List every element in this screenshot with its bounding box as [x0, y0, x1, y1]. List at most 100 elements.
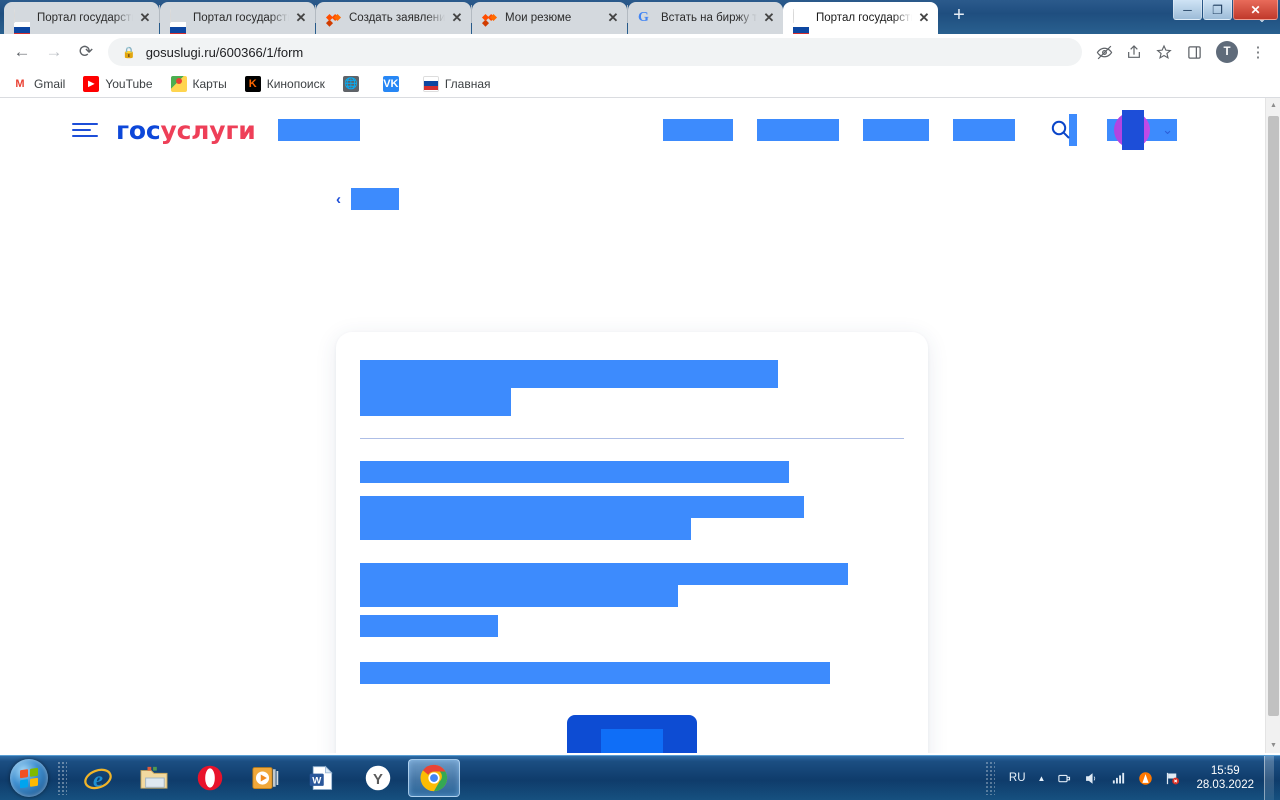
youtube-icon: ►	[83, 75, 100, 92]
share-icon[interactable]	[1120, 38, 1148, 66]
title-line-redaction	[360, 360, 778, 388]
svg-text:e: e	[93, 766, 103, 791]
scroll-down-icon[interactable]: ▼	[1266, 738, 1280, 753]
bookmark-gmail[interactable]: M Gmail	[12, 76, 65, 92]
taskbar-google-chrome[interactable]	[408, 759, 460, 797]
browser-tab[interactable]: Портал государстве ✕	[160, 2, 315, 34]
tab-title: Портал государстве	[193, 12, 289, 24]
tab-title: Создать заявление	[349, 12, 445, 24]
browser-tab[interactable]: Портал государстве ✕	[4, 2, 159, 34]
svg-text:W: W	[312, 775, 322, 786]
taskbar-internet-explorer[interactable]: e	[72, 759, 124, 797]
windows-taskbar: e W Y RU ▲ 15:59 28.03.2022	[0, 755, 1280, 800]
title-line-redaction	[360, 388, 511, 416]
back-link-redaction	[351, 188, 399, 210]
action-center-flag-icon[interactable]	[1165, 771, 1180, 786]
text-line-redaction	[360, 585, 678, 607]
minimize-button[interactable]: ─	[1173, 0, 1202, 20]
tab-close-icon[interactable]: ✕	[449, 10, 465, 26]
globe-icon: 🌐	[342, 75, 359, 92]
browser-tab[interactable]: Создать заявление ✕	[316, 2, 471, 34]
forward-icon[interactable]: →	[40, 38, 68, 66]
word-icon: W	[309, 765, 333, 790]
taskbar-opera[interactable]	[184, 759, 236, 797]
bookmark-kinopoisk[interactable]: K Кинопоиск	[244, 75, 325, 92]
gmail-icon: M	[15, 77, 25, 90]
avatar[interactable]	[1114, 110, 1151, 150]
taskbar-yandex[interactable]: Y	[352, 759, 404, 797]
maximize-button[interactable]: ❐	[1203, 0, 1232, 20]
tab-close-icon[interactable]: ✕	[916, 10, 932, 26]
user-menu[interactable]: ⌄	[1114, 110, 1173, 150]
bookmark-vk[interactable]: VK	[382, 75, 405, 92]
start-orb-icon	[10, 759, 48, 797]
bookmark-globe[interactable]: 🌐	[342, 75, 365, 92]
tab-close-icon[interactable]: ✕	[293, 10, 309, 26]
clock-time: 15:59	[1210, 765, 1240, 777]
text-line-redaction	[360, 518, 691, 540]
language-indicator[interactable]: RU	[1009, 772, 1026, 784]
address-bar[interactable]: 🔒 gosuslugi.ru/600366/1/form	[108, 38, 1082, 66]
browser-tab[interactable]: G Встать на биржу тру ✕	[628, 2, 783, 34]
maps-icon	[170, 75, 187, 92]
reload-icon[interactable]: ⟳	[72, 38, 100, 66]
browser-tab[interactable]: Мои резюме ✕	[472, 2, 627, 34]
power-icon[interactable]	[1057, 771, 1072, 786]
clock-date: 28.03.2022	[1196, 779, 1254, 791]
start-button[interactable]	[2, 757, 56, 799]
side-panel-icon[interactable]	[1180, 38, 1208, 66]
nav-item-redaction[interactable]	[863, 119, 929, 141]
scrollbar-thumb[interactable]	[1268, 116, 1279, 716]
network-icon[interactable]	[1111, 771, 1126, 786]
avatar-redaction	[1122, 110, 1145, 150]
page-scrollbar[interactable]: ▲ ▼	[1265, 98, 1280, 753]
ru-flag-icon	[422, 75, 439, 92]
gosuslugi-logo[interactable]: госуслуги	[116, 116, 256, 145]
opera-icon	[197, 765, 223, 791]
browser-tab-active[interactable]: Портал государстве ✕	[783, 2, 938, 34]
bookmark-glavnaya[interactable]: Главная	[422, 75, 491, 92]
body-paragraph	[360, 496, 904, 540]
vk-icon: VK	[382, 75, 399, 92]
volume-icon[interactable]	[1084, 771, 1099, 786]
tab-title: Встать на биржу тру	[661, 12, 757, 24]
nav-item-redaction[interactable]	[663, 119, 733, 141]
nav-item-redaction[interactable]	[953, 119, 1015, 141]
eye-slash-icon[interactable]	[1090, 38, 1118, 66]
taskbar-clock[interactable]: 15:59 28.03.2022	[1196, 764, 1254, 792]
nav-item-redaction[interactable]	[757, 119, 839, 141]
browser-menu-icon[interactable]: ⋮	[1244, 38, 1272, 66]
taskbar-media-player[interactable]	[240, 759, 292, 797]
folder-icon	[140, 766, 168, 789]
submit-button[interactable]	[567, 715, 697, 753]
tab-title: Портал государстве	[37, 12, 133, 24]
toolbar-icons: T ⋮	[1088, 38, 1272, 66]
avast-icon[interactable]	[1138, 771, 1153, 786]
tray-expand-icon[interactable]: ▲	[1038, 774, 1046, 783]
taskbar-word[interactable]: W	[296, 759, 348, 797]
tab-close-icon[interactable]: ✕	[137, 10, 153, 26]
scroll-up-icon[interactable]: ▲	[1266, 98, 1280, 113]
card-title	[360, 360, 904, 416]
chevron-down-icon[interactable]: ⌄	[1162, 122, 1173, 138]
star-icon[interactable]	[1150, 38, 1178, 66]
back-icon[interactable]: ←	[8, 38, 36, 66]
gosuslugi-page: госуслуги ⌄ ‹	[0, 98, 1265, 753]
tab-close-icon[interactable]: ✕	[605, 10, 621, 26]
ru-flag-icon	[170, 9, 186, 34]
profile-avatar[interactable]: T	[1216, 41, 1238, 63]
taskbar-file-explorer[interactable]	[128, 759, 180, 797]
search-button[interactable]	[1045, 114, 1077, 146]
tab-close-icon[interactable]: ✕	[761, 10, 777, 26]
ru-flag-icon	[793, 9, 809, 34]
taskbar-grip	[57, 761, 67, 795]
back-link[interactable]: ‹	[0, 162, 1265, 210]
bookmark-youtube[interactable]: ► YouTube	[83, 75, 153, 92]
new-tab-button[interactable]: +	[944, 2, 974, 32]
burger-menu-icon[interactable]	[72, 119, 98, 141]
chrome-icon	[420, 764, 448, 792]
close-button[interactable]: ✕	[1233, 0, 1278, 20]
show-desktop-button[interactable]	[1264, 755, 1274, 800]
page-viewport: госуслуги ⌄ ‹ ▲ ▼	[0, 98, 1280, 753]
bookmark-maps[interactable]: Карты	[170, 75, 227, 92]
